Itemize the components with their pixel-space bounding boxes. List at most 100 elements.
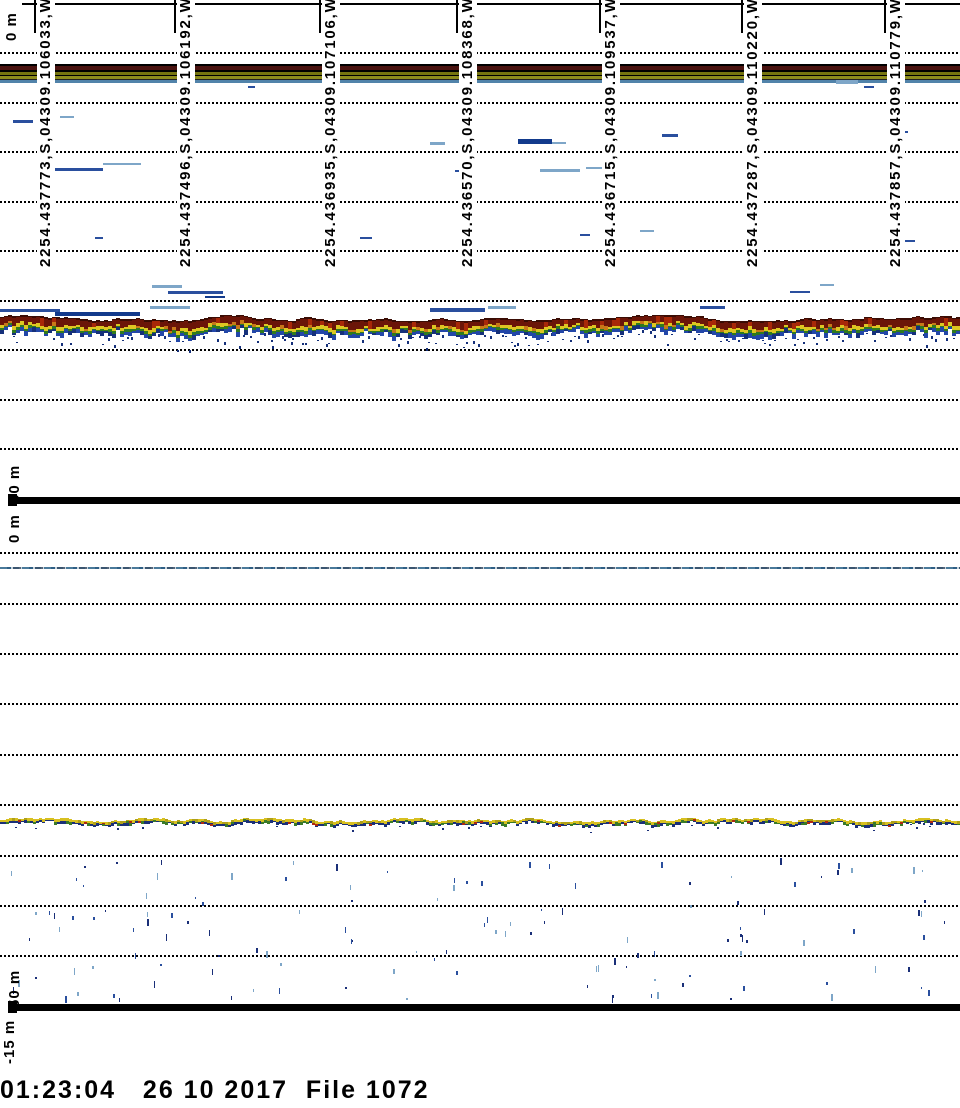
bottom-echo-trace-2 <box>588 825 591 828</box>
bottom-echo-trace-1 <box>284 339 286 341</box>
bottom-echo-trace-1 <box>352 334 356 338</box>
bottom-echo-trace-2 <box>442 828 444 830</box>
noise-speckle <box>612 996 613 1003</box>
bottom-echo-trace-2 <box>432 823 435 826</box>
bottom-echo-trace-1 <box>120 319 124 321</box>
bottom-echo-trace-2 <box>195 819 198 822</box>
bottom-echo-trace-1 <box>302 343 304 345</box>
bottom-echo-trace-1 <box>168 333 172 334</box>
bottom-echo-trace-1 <box>268 318 272 319</box>
bottom-echo-trace-2 <box>348 825 351 826</box>
bottom-echo-trace-1 <box>200 319 204 321</box>
bottom-echo-trace-1 <box>260 330 264 333</box>
noise-speckle <box>345 987 347 989</box>
bottom-echo-trace-1 <box>282 336 284 339</box>
bottom-echo-trace-1 <box>136 319 140 326</box>
bottom-echo-trace-2 <box>234 822 237 825</box>
noise-speckle <box>731 876 732 878</box>
bottom-echo-trace-2 <box>597 824 600 827</box>
noise-speckle <box>505 931 506 937</box>
bottom-echo-trace-1 <box>588 329 592 332</box>
bottom-echo-trace-1 <box>264 324 268 326</box>
bottom-echo-trace-1 <box>196 331 200 334</box>
bottom-echo-trace-1 <box>188 321 192 323</box>
bottom-echo-trace-1 <box>480 326 484 329</box>
bottom-echo-trace-1 <box>276 320 280 321</box>
bottom-echo-trace-2 <box>849 823 852 824</box>
bottom-echo-trace-1 <box>444 328 448 330</box>
bottom-echo-trace-1 <box>80 333 84 337</box>
bottom-echo-trace-1 <box>312 330 316 331</box>
noise-speckle <box>780 858 782 865</box>
bottom-echo-trace-1 <box>412 327 416 329</box>
bottom-echo-trace-1 <box>620 326 624 330</box>
bottom-echo-trace-1 <box>536 320 540 322</box>
bottom-echo-trace-2 <box>78 823 81 825</box>
bottom-echo-trace-1 <box>680 316 684 323</box>
bottom-echo-trace-1 <box>271 340 273 342</box>
bottom-echo-trace-1 <box>940 316 944 317</box>
bottom-echo-trace-1 <box>528 320 532 321</box>
bottom-echo-trace-2 <box>825 823 828 825</box>
bottom-echo-trace-2 <box>12 818 15 821</box>
bottom-echo-trace-1 <box>348 323 352 330</box>
bottom-echo-trace-1 <box>517 343 519 346</box>
bottom-echo-trace-2 <box>33 819 36 822</box>
bottom-echo-trace-1 <box>64 328 68 329</box>
bottom-echo-trace-1 <box>940 327 944 332</box>
bottom-echo-trace-1 <box>836 331 840 333</box>
bottom-echo-trace-1 <box>774 340 776 341</box>
bottom-echo-trace-2 <box>807 821 810 822</box>
bottom-echo-trace-1 <box>80 331 84 333</box>
transmit-pulse-band <box>0 66 960 70</box>
bottom-echo-trace-2 <box>156 818 159 821</box>
bottom-echo-trace-1 <box>40 316 44 318</box>
noise-speckle <box>166 934 167 941</box>
bottom-echo-trace-1 <box>492 328 496 332</box>
bottom-echo-trace-1 <box>332 330 336 334</box>
bottom-echo-trace-2 <box>735 820 738 823</box>
bottom-echo-trace-1 <box>704 318 708 319</box>
noise-speckle <box>202 902 204 906</box>
bottom-echo-trace-2 <box>30 818 33 821</box>
bottom-echo-trace-2 <box>501 824 504 826</box>
bottom-echo-trace-1 <box>953 338 955 339</box>
bottom-echo-trace-1 <box>740 323 744 329</box>
bottom-echo-trace-1 <box>368 319 372 321</box>
bottom-echo-trace-2 <box>660 823 663 826</box>
bottom-echo-trace-1 <box>452 321 456 327</box>
bottom-echo-trace-1 <box>620 318 624 326</box>
bottom-echo-trace-1 <box>820 325 824 328</box>
bottom-echo-trace-1 <box>884 330 888 331</box>
bottom-echo-trace-1 <box>292 329 296 332</box>
bottom-echo-trace-1 <box>4 316 8 317</box>
noise-speckle <box>908 967 910 972</box>
bottom-echo-trace-2 <box>738 821 741 823</box>
bottom-echo-trace-1 <box>440 325 444 329</box>
bottom-echo-trace-1 <box>568 329 572 330</box>
bottom-echo-trace-1 <box>812 319 816 321</box>
bottom-echo-trace-1 <box>180 328 184 331</box>
bottom-echo-trace-2 <box>177 820 180 822</box>
bottom-echo-trace-1 <box>356 335 360 338</box>
bottom-echo-trace-1 <box>424 322 428 329</box>
bottom-echo-trace-1 <box>24 315 28 317</box>
bottom-echo-trace-1 <box>880 319 884 327</box>
bottom-echo-trace-1 <box>368 332 372 334</box>
bottom-echo-trace-1 <box>4 327 8 330</box>
bottom-echo-trace-2 <box>219 824 222 826</box>
bottom-echo-trace-1 <box>712 331 716 335</box>
bottom-echo-trace-1 <box>104 327 108 330</box>
bottom-echo-trace-2 <box>750 822 753 825</box>
bottom-echo-trace-1 <box>360 320 364 321</box>
bottom-echo-trace-1 <box>56 319 60 327</box>
bottom-echo-trace-1 <box>880 330 884 332</box>
bottom-echo-trace-2 <box>774 822 777 824</box>
bottom-echo-trace-1 <box>576 325 580 326</box>
bottom-echo-trace-2 <box>873 830 875 831</box>
bottom-echo-trace-1 <box>524 322 528 326</box>
bottom-echo-trace-2 <box>270 820 273 823</box>
bottom-echo-trace-2 <box>678 819 681 822</box>
bottom-echo-trace-1 <box>312 331 316 336</box>
bottom-echo-trace-2 <box>468 827 470 829</box>
